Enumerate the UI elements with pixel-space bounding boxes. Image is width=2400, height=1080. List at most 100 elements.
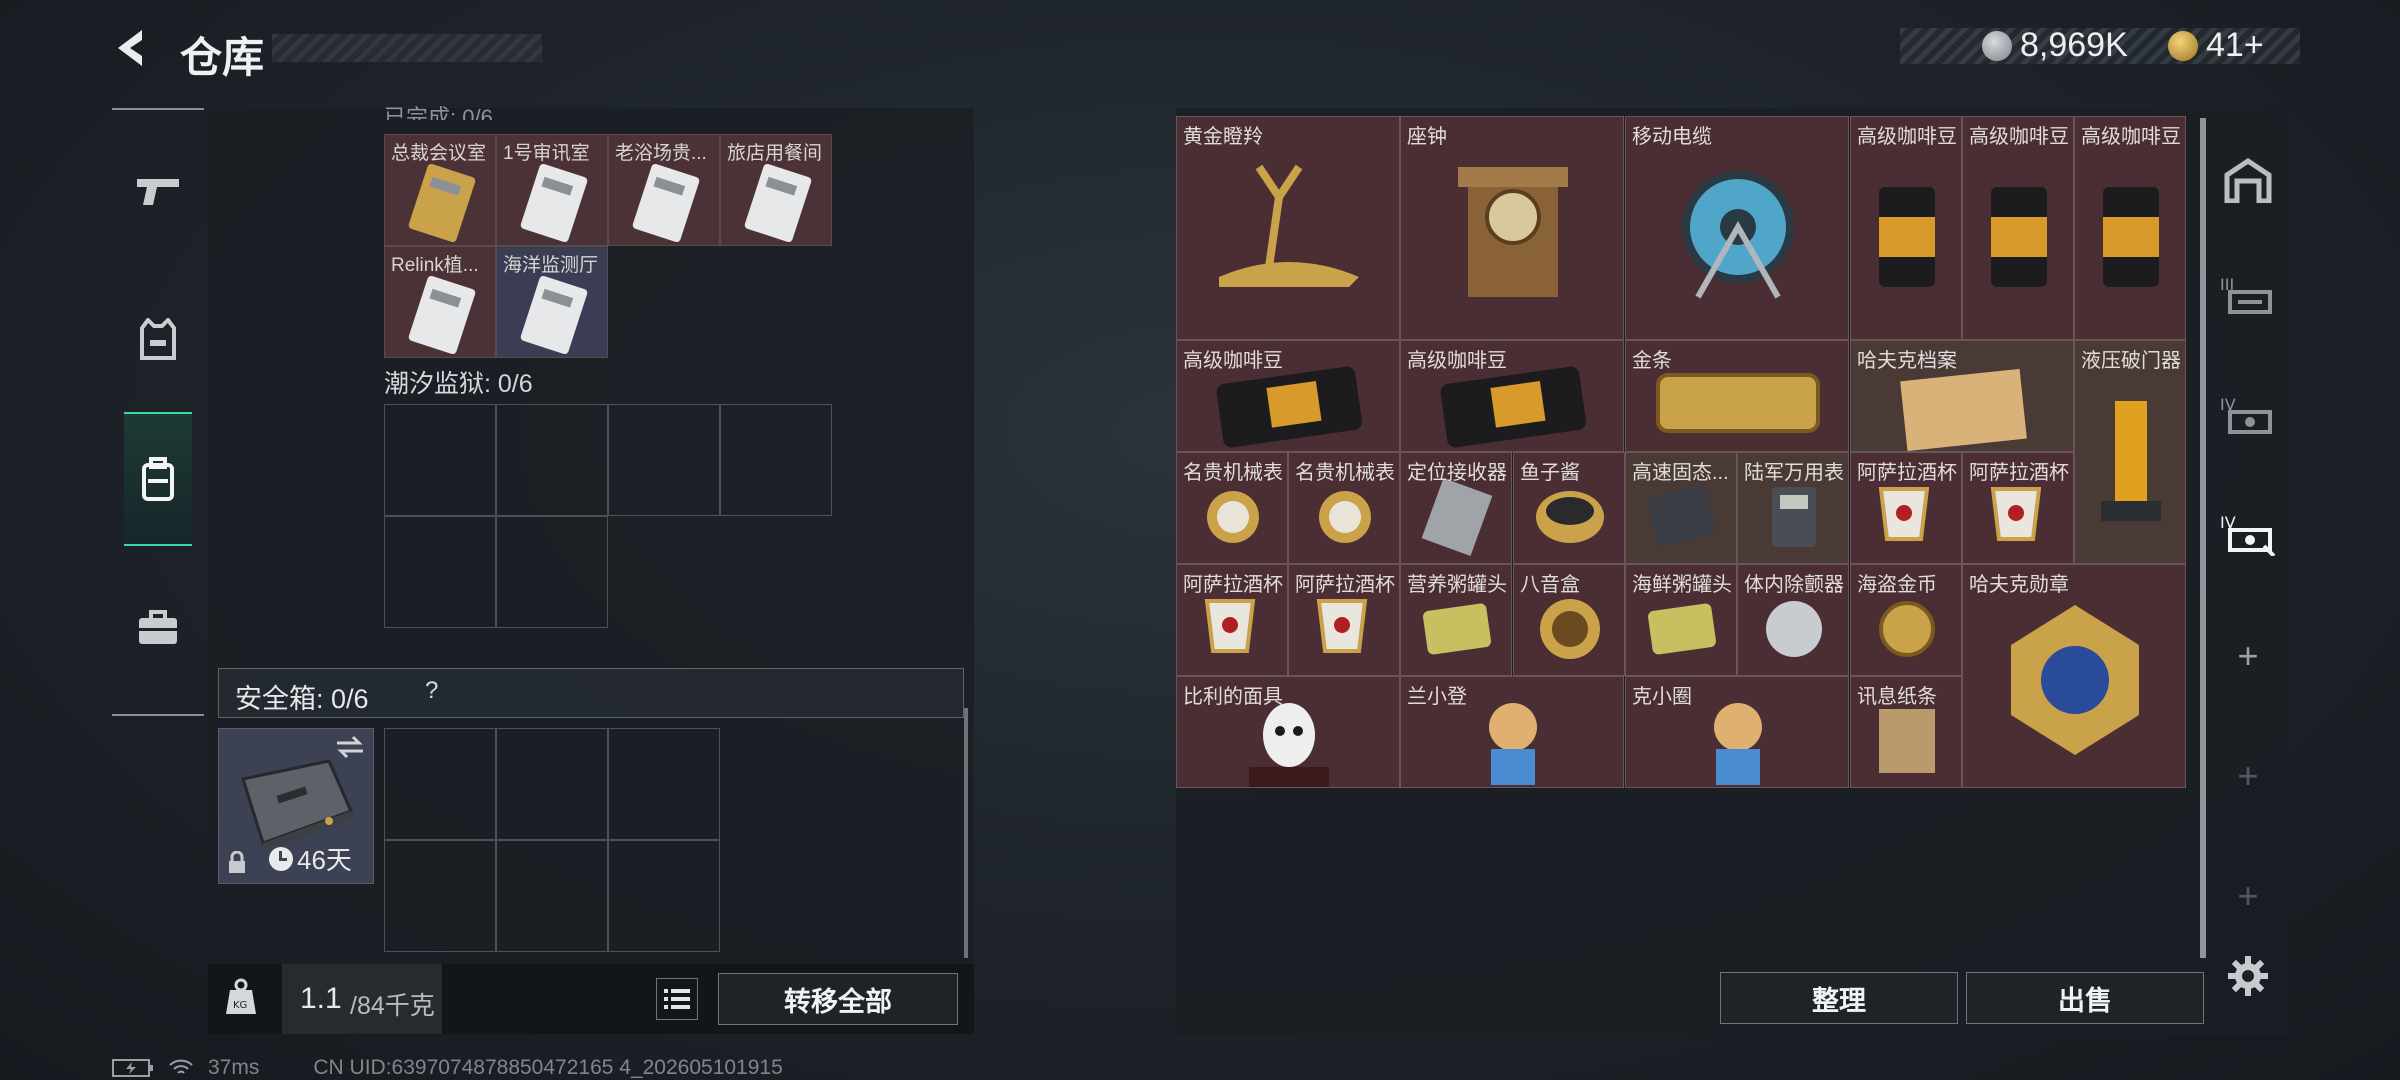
list-view-button[interactable] [656, 978, 698, 1020]
item-label: 陆军万用表 [1744, 462, 1844, 484]
section-caption-prison: 潮汐监狱: 0/6 [384, 370, 533, 398]
stash-item[interactable]: 高级咖啡豆 [2074, 116, 2186, 340]
stash-tab-home[interactable] [2218, 150, 2278, 210]
sort-button[interactable]: 整理 [1720, 972, 1958, 1024]
stash-item[interactable]: 高级咖啡豆 [1850, 116, 1962, 340]
stash-item[interactable]: 黄金瞪羚 [1176, 116, 1400, 340]
transfer-all-button[interactable]: 转移全部 [718, 973, 958, 1025]
stash-item[interactable]: 名贵机械表 [1176, 452, 1288, 564]
stash-item[interactable]: 哈夫克勋章 [1962, 564, 2186, 788]
weight-icon: KG [224, 978, 266, 1020]
empty-slot[interactable] [608, 840, 720, 952]
scrollbar[interactable] [964, 708, 968, 958]
stash-item[interactable]: 海鲜粥罐头 [1625, 564, 1737, 676]
keycard-icon [520, 275, 588, 355]
safe-box-label: 安全箱: 0/6 [235, 684, 369, 714]
empty-slot[interactable] [384, 404, 496, 516]
item-label: 高级咖啡豆 [1407, 350, 1507, 372]
stash-item[interactable]: 鱼子酱 [1513, 452, 1625, 564]
section-caption-completed: 已完成: 0/6 [384, 105, 493, 120]
stash-item[interactable]: 兰小登 [1400, 676, 1624, 788]
back-arrow-icon [118, 30, 142, 66]
stash-item[interactable]: 海盗金币 [1850, 564, 1962, 676]
item-label: 名贵机械表 [1295, 462, 1395, 484]
rail-armor[interactable] [124, 306, 192, 374]
add-stash-button-3[interactable]: + [2218, 866, 2278, 926]
rail-backpack[interactable] [124, 412, 192, 546]
weight-capacity: /84千克 [350, 992, 435, 1020]
key-card-item[interactable]: 总裁会议室 [384, 134, 496, 246]
stash-item[interactable]: 高级咖啡豆 [1962, 116, 2074, 340]
stash-item[interactable]: 哈夫克档案 [1850, 340, 2074, 452]
empty-slot[interactable] [384, 840, 496, 952]
key-card-item[interactable]: 1号审讯室 [496, 134, 608, 246]
safe-case-item[interactable]: 46天 [218, 728, 374, 884]
battery-icon [112, 1059, 153, 1077]
weight-value: 1.1 [300, 982, 342, 1015]
empty-slot[interactable] [496, 516, 608, 628]
stash-tab-4b[interactable]: IV [2218, 504, 2278, 564]
stash-item[interactable]: 比利的面具 [1176, 676, 1400, 788]
stash-item[interactable]: 阿萨拉酒杯 [1288, 564, 1400, 676]
stash-item[interactable]: 金条 [1625, 340, 1849, 452]
key-card-item[interactable]: 旅店用餐间 [720, 134, 832, 246]
vest-icon [140, 318, 176, 360]
uid-text: CN UID:6397074878850472165 4_20260510191… [313, 1056, 783, 1079]
stash-item[interactable]: 液压破门器 [2074, 340, 2186, 564]
key-card-item[interactable]: 海洋监测厅 [496, 246, 608, 358]
stash-item[interactable]: 名贵机械表 [1288, 452, 1400, 564]
settings-button[interactable] [2218, 946, 2278, 1006]
stash-item[interactable]: 营养粥罐头 [1400, 564, 1512, 676]
empty-slot[interactable] [496, 728, 608, 840]
stash-tab-4a[interactable]: IV [2218, 386, 2278, 446]
briefcase-icon [139, 610, 177, 644]
stash-item[interactable]: 八音盒 [1513, 564, 1625, 676]
stash-item[interactable]: 高速固态... [1625, 452, 1737, 564]
sell-button[interactable]: 出售 [1966, 972, 2204, 1024]
item-label: 高级咖啡豆 [1857, 126, 1957, 148]
silver-currency[interactable]: 8,969K [1982, 26, 2128, 65]
stash-tab-3[interactable]: III [2218, 266, 2278, 326]
key-card-item[interactable]: 老浴场贵... [608, 134, 720, 246]
stash-item[interactable]: 体内除颤器 [1737, 564, 1849, 676]
help-icon[interactable]: ? [425, 677, 438, 705]
stash-item[interactable]: 高级咖啡豆 [1400, 340, 1624, 452]
empty-slot[interactable] [608, 404, 720, 516]
item-label: 海盗金币 [1857, 574, 1937, 596]
ping-text: 37ms [208, 1056, 260, 1079]
stash-item[interactable]: 克小圈 [1625, 676, 1849, 788]
gold-currency[interactable]: 41+ [2168, 26, 2264, 65]
stash-item[interactable]: 阿萨拉酒杯 [1176, 564, 1288, 676]
stash-item[interactable]: 讯息纸条 [1850, 676, 1962, 788]
stash-item[interactable]: 移动电缆 [1625, 116, 1849, 340]
stash-item[interactable]: 阿萨拉酒杯 [1962, 452, 2074, 564]
item-label: 讯息纸条 [1857, 686, 1937, 708]
stash-item[interactable]: 陆军万用表 [1737, 452, 1849, 564]
item-label: 高级咖啡豆 [1183, 350, 1283, 372]
add-stash-button-2[interactable]: + [2218, 746, 2278, 806]
item-label: 兰小登 [1407, 686, 1467, 708]
stash-item[interactable]: 阿萨拉酒杯 [1850, 452, 1962, 564]
rail-weapons[interactable] [124, 158, 192, 226]
key-card-item[interactable]: Relink植... [384, 246, 496, 358]
add-stash-button-1[interactable]: + [2218, 626, 2278, 686]
empty-slot[interactable] [496, 404, 608, 516]
page-title: 仓库 [180, 34, 265, 81]
item-label: 座钟 [1407, 126, 1447, 148]
keycard-icon [744, 163, 812, 243]
item-label: 哈夫克档案 [1857, 350, 1957, 372]
empty-slot[interactable] [720, 404, 832, 516]
empty-slot[interactable] [384, 728, 496, 840]
empty-slot[interactable] [496, 840, 608, 952]
empty-slot[interactable] [384, 516, 496, 628]
stash-item[interactable]: 定位接收器 [1400, 452, 1512, 564]
rail-case[interactable] [124, 594, 192, 662]
coffee-bag-icon [2103, 187, 2159, 287]
empty-slot[interactable] [608, 728, 720, 840]
stash-scrollbar[interactable] [2200, 118, 2206, 958]
back-button[interactable] [108, 24, 156, 72]
swap-icon[interactable] [335, 735, 365, 759]
cable-reel-icon [1682, 171, 1794, 299]
stash-item[interactable]: 高级咖啡豆 [1176, 340, 1400, 452]
stash-item[interactable]: 座钟 [1400, 116, 1624, 340]
